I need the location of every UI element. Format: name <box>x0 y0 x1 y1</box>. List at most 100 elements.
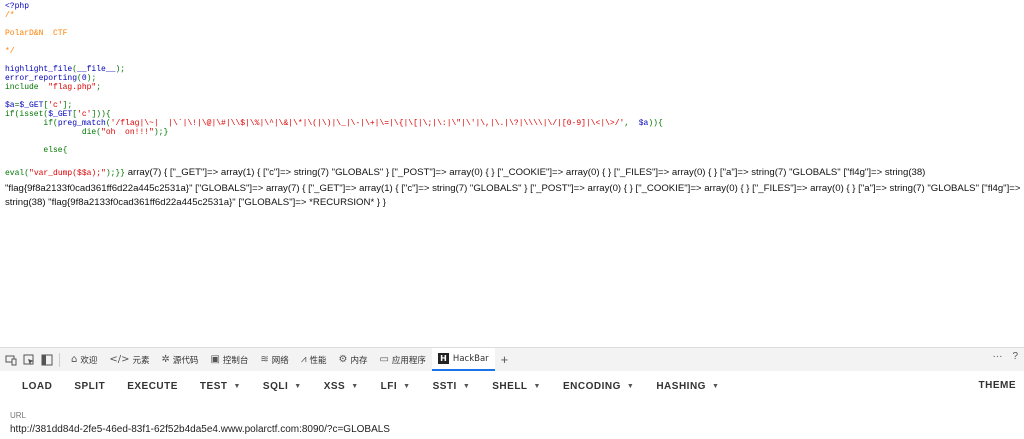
code-token: eval( <box>5 169 30 178</box>
code-token: __file__ <box>77 65 116 74</box>
theme-button[interactable]: THEME <box>979 380 1017 391</box>
code-token: die <box>81 128 97 137</box>
comment-title: PolarD&N CTF <box>5 29 68 38</box>
code-token: ); <box>115 65 126 74</box>
tab-label: 源代码 <box>172 355 199 366</box>
caret-down-icon: ▼ <box>351 382 359 390</box>
split-button[interactable]: SPLIT <box>74 381 105 392</box>
code-token: ; <box>96 83 102 92</box>
code-token: if(isset( <box>5 110 49 119</box>
performance-icon: ⩘ <box>300 354 307 365</box>
code-token: if( <box>5 119 58 128</box>
tab-application[interactable]: ▭ 应用程序 <box>373 348 431 371</box>
divider <box>59 352 60 367</box>
caret-down-icon: ▼ <box>711 382 720 390</box>
application-icon: ▭ <box>379 354 389 365</box>
code-token: ); <box>86 74 97 83</box>
menu-label: TEST <box>199 380 228 392</box>
hackbar-toolbar: LOAD SPLIT EXECUTE TEST ▼ SQLI ▼ XSS ▼ LFI ▼… <box>0 371 1024 401</box>
code-token: include <box>5 83 49 92</box>
hackbar-icon: H <box>437 353 449 364</box>
php-source-code: <?php /* PolarD&N CTF */ highlight_file(… <box>5 2 1019 164</box>
tab-label: 元素 <box>132 355 150 366</box>
code-token: else{ <box>5 146 68 155</box>
tab-hackbar[interactable]: H HackBar <box>431 348 495 371</box>
menu-label: SHELL <box>492 380 528 392</box>
code-token: "flag.php" <box>48 83 97 92</box>
caret-down-icon: ▼ <box>533 382 541 390</box>
code-token: 'c' <box>77 110 92 119</box>
tab-sources[interactable]: ✲ 源代码 <box>156 348 205 371</box>
code-token: )){ <box>648 119 663 128</box>
caret-down-icon: ▼ <box>626 382 635 390</box>
tab-performance[interactable]: ⩘ 性能 <box>295 348 333 371</box>
devtools-tabbar: ⌂ 欢迎 </> 元素 ✲ 源代码 ▣ 控制台 ≋ 网络 ⩘ 性能 ⚙ 内存 ▭ 应用程序 HH… <box>0 347 1024 372</box>
code-token: '/flag|\~| |\`|\!|\@|\#|\\$|\%|\^|\&|\*|… <box>110 119 625 128</box>
code-token: $a <box>5 101 15 110</box>
help-icon[interactable]: ? <box>1012 351 1018 362</box>
wifi-icon: ≋ <box>260 354 269 365</box>
menu-label: LFI <box>380 380 398 392</box>
code-token: "var_dump($$a);" <box>29 169 106 178</box>
code-token: $a <box>638 119 649 128</box>
tab-console[interactable]: ▣ 控制台 <box>204 348 254 371</box>
caret-down-icon: ▼ <box>233 382 241 390</box>
inspect-icon[interactable] <box>22 353 36 367</box>
code-token: );} <box>153 128 169 137</box>
menu-label: SSTI <box>432 380 457 392</box>
encoding-menu[interactable]: ENCODING ▼ <box>563 381 634 392</box>
tab-elements[interactable]: </> 元素 <box>103 348 155 371</box>
caret-down-icon: ▼ <box>403 382 411 390</box>
caret-down-icon: ▼ <box>294 382 302 390</box>
comment-end: */ <box>5 47 15 56</box>
code-token: ]; <box>62 101 73 110</box>
test-menu[interactable]: TEST ▼ <box>200 381 241 392</box>
tab-network[interactable]: ≋ 网络 <box>254 348 294 371</box>
shell-menu[interactable]: SHELL ▼ <box>492 381 541 392</box>
add-tab-button[interactable]: + <box>501 352 509 367</box>
devtools-right-controls: ··· ? <box>992 351 1018 362</box>
tab-label: 内存 <box>350 355 368 366</box>
tab-memory[interactable]: ⚙ 内存 <box>332 348 373 371</box>
code-token: error_reporting <box>5 74 78 83</box>
code-brackets-icon: </> <box>109 354 130 365</box>
dump-text: array(7) { ["_GET"]=> array(1) { ["c"]=>… <box>5 167 1021 208</box>
hashing-menu[interactable]: HASHING ▼ <box>656 381 719 392</box>
tab-label: HackBar <box>452 353 489 364</box>
var-dump-output: eval("var_dump($$a);");}} array(7) { ["_… <box>5 166 1021 211</box>
memory-icon: ⚙ <box>338 354 348 365</box>
home-icon: ⌂ <box>71 354 78 365</box>
eval-line: eval("var_dump($$a);");}} <box>5 169 125 178</box>
tab-label: 性能 <box>309 355 327 366</box>
menu-label: HASHING <box>656 380 706 392</box>
tab-label: 应用程序 <box>391 355 426 366</box>
menu-label: XSS <box>323 380 346 392</box>
menu-label: SQLI <box>262 380 289 392</box>
sqli-menu[interactable]: SQLI ▼ <box>263 381 302 392</box>
load-button[interactable]: LOAD <box>22 381 52 392</box>
tab-welcome[interactable]: ⌂ 欢迎 <box>65 348 103 371</box>
code-token: );}} <box>105 169 126 178</box>
lfi-menu[interactable]: LFI ▼ <box>381 381 411 392</box>
code-token: ])){ <box>91 110 111 119</box>
xss-menu[interactable]: XSS ▼ <box>324 381 359 392</box>
menu-label: ENCODING <box>562 380 621 392</box>
caret-down-icon: ▼ <box>462 382 471 390</box>
code-token: highlight_file <box>5 65 73 74</box>
code-token: $_GET <box>48 110 73 119</box>
code-token: , <box>624 119 639 128</box>
ssti-menu[interactable]: SSTI ▼ <box>433 381 471 392</box>
code-token: "oh on!!!" <box>101 128 154 137</box>
bug-icon: ✲ <box>161 354 170 365</box>
url-label: URL <box>10 411 27 420</box>
code-token: 'c' <box>48 101 63 110</box>
url-field[interactable]: http://381dd84d-2fe5-46ed-83f1-62f52b4da… <box>10 424 390 435</box>
tab-label: 欢迎 <box>80 355 98 366</box>
dock-panel-icon[interactable] <box>40 353 54 367</box>
php-open-tag: <?php <box>5 2 30 11</box>
execute-button[interactable]: EXECUTE <box>127 381 178 392</box>
device-toggle-icon[interactable] <box>4 353 18 367</box>
more-options-icon[interactable]: ··· <box>992 351 1002 362</box>
tab-label: 网络 <box>271 355 289 366</box>
